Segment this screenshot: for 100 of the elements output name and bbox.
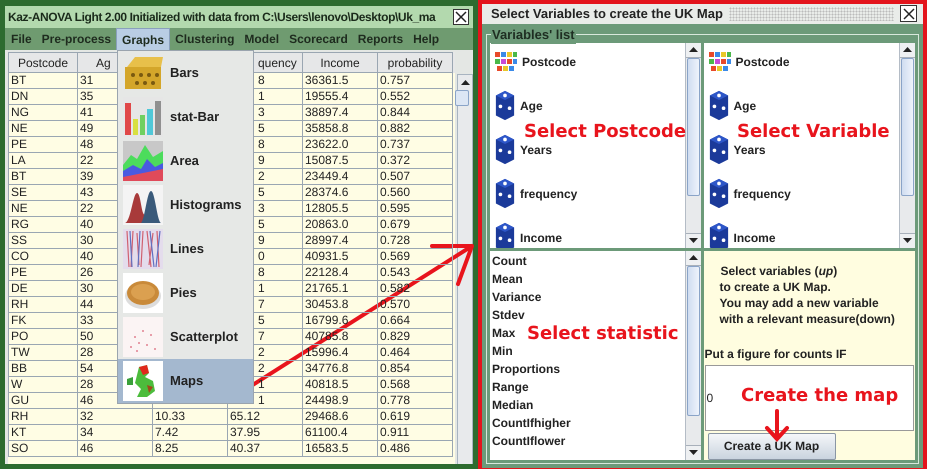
- table-cell: 35858.8: [303, 121, 378, 137]
- table-cell: 0.372: [378, 153, 453, 169]
- menu-item[interactable]: File: [6, 28, 37, 50]
- scrollbar[interactable]: [457, 74, 473, 464]
- table-cell: DN: [8, 89, 78, 105]
- table-cell: 23449.4: [303, 169, 378, 185]
- table-cell: BT: [8, 73, 78, 89]
- scrollbar-thumb[interactable]: [455, 90, 469, 106]
- menu-item[interactable]: Scorecard: [284, 28, 353, 50]
- window-title: Kaz-ANOVA Light 2.00 Initialized with data from C:\Users\lenovo\Desktop\Uk_ma: [8, 9, 436, 26]
- up-arrow-icon[interactable]: [460, 80, 470, 84]
- table-cell: 29468.6: [303, 409, 378, 425]
- table-cell: 65.12: [228, 409, 303, 425]
- create-map-button[interactable]: Create a UK Map: [708, 432, 836, 460]
- die-icon: [494, 134, 516, 165]
- list-item[interactable]: Stdev: [492, 306, 525, 324]
- table-cell: 8.25: [153, 441, 228, 457]
- column-header[interactable]: probability: [378, 52, 453, 73]
- menu-item[interactable]: Pre-process: [36, 28, 116, 50]
- table-cell: SE: [8, 185, 78, 201]
- scrollbar[interactable]: [899, 42, 915, 248]
- down-arrow-icon[interactable]: [688, 238, 698, 243]
- die-icon: [708, 178, 730, 209]
- up-arrow-icon[interactable]: [688, 255, 698, 260]
- list-item[interactable]: frequency: [708, 178, 791, 210]
- table-cell: SO: [8, 441, 78, 457]
- table-cell: 22128.4: [303, 265, 378, 281]
- list-item[interactable]: Income: [708, 222, 776, 248]
- menu-item[interactable]: Help: [408, 28, 444, 50]
- table-cell: LA: [8, 153, 78, 169]
- menu-item[interactable]: Clustering: [170, 28, 240, 50]
- menu-item[interactable]: Reports: [352, 28, 408, 50]
- table-cell: 0.737: [378, 137, 453, 153]
- die-icon: [708, 90, 730, 121]
- list-item[interactable]: Variance: [492, 288, 542, 306]
- scrollbar-thumb[interactable]: [901, 58, 914, 196]
- list-item[interactable]: Postcode: [494, 46, 576, 78]
- scrollbar[interactable]: [684, 250, 700, 460]
- table-cell: 20863.0: [303, 217, 378, 233]
- table-cell: 36361.5: [303, 73, 378, 89]
- list-item[interactable]: Median: [492, 396, 534, 414]
- column-header[interactable]: Income: [303, 52, 378, 73]
- list-item[interactable]: Mean: [492, 270, 523, 288]
- table-cell: RH: [8, 297, 78, 313]
- table-cell: RH: [8, 409, 78, 425]
- table-cell: 28374.6: [303, 185, 378, 201]
- table-cell: 0.854: [378, 361, 453, 377]
- table-cell: TW: [8, 345, 78, 361]
- scrollbar[interactable]: [684, 42, 700, 248]
- table-cell: 21765.1: [303, 281, 378, 297]
- list-item[interactable]: Count: [492, 252, 527, 270]
- list-item[interactable]: CountIflower: [492, 432, 566, 450]
- map-icon: [122, 361, 164, 401]
- histogram-icon: [122, 185, 164, 225]
- up-arrow-icon[interactable]: [688, 47, 698, 52]
- list-item[interactable]: frequency: [494, 178, 578, 210]
- table-cell: 0.595: [378, 201, 453, 217]
- table-cell: GU: [8, 393, 78, 409]
- lines-icon: [122, 229, 164, 269]
- counts-label: Put a figure for counts IF: [704, 346, 848, 362]
- die-icon: [708, 134, 730, 165]
- list-item[interactable]: Income: [494, 222, 562, 248]
- column-header[interactable]: Postcode: [8, 52, 78, 73]
- table-cell: 0.543: [378, 265, 453, 281]
- list-item[interactable]: Min: [492, 342, 513, 360]
- down-arrow-icon[interactable]: [688, 450, 698, 455]
- table-cell: 40931.5: [303, 249, 378, 265]
- menu-item[interactable]: Model: [239, 28, 284, 50]
- list-item[interactable]: Max: [492, 324, 516, 342]
- list-item[interactable]: Postcode: [708, 46, 790, 78]
- scrollbar-thumb[interactable]: [686, 58, 700, 196]
- table-cell: NE: [8, 201, 78, 217]
- table-cell: 0.507: [378, 169, 453, 185]
- table-cell: 40.37: [228, 441, 303, 457]
- table-cell: 34776.8: [303, 361, 378, 377]
- table-cell: 10.33: [153, 409, 228, 425]
- table-cell: 0.569: [378, 249, 453, 265]
- close-icon: [902, 8, 914, 20]
- list-item[interactable]: Age: [494, 90, 543, 122]
- list-item[interactable]: CountIfhigher: [492, 414, 571, 432]
- up-arrow-icon[interactable]: [903, 47, 912, 52]
- list-item[interactable]: Range: [492, 378, 529, 396]
- scrollbar-thumb[interactable]: [686, 266, 700, 416]
- close-button[interactable]: [900, 5, 917, 22]
- table-cell: 0.728: [378, 233, 453, 249]
- annotation-text: Select Postcode: [524, 122, 686, 142]
- list-item[interactable]: Proportions: [492, 360, 560, 378]
- area-chart-icon: [122, 141, 164, 181]
- table-cell: 0.464: [378, 345, 453, 361]
- table-cell: PE: [8, 265, 78, 281]
- list-item[interactable]: Age: [708, 90, 756, 122]
- table-cell: 0.757: [378, 73, 453, 89]
- table-cell: 0.486: [378, 441, 453, 457]
- menu-item[interactable]: Maps: [118, 359, 253, 403]
- down-arrow-icon[interactable]: [903, 238, 912, 243]
- table-cell: BB: [8, 361, 78, 377]
- menu-item[interactable]: Graphs: [116, 28, 170, 50]
- scatterplot-icon: [122, 317, 164, 357]
- close-button[interactable]: [453, 9, 469, 25]
- table-cell: 0.844: [378, 105, 453, 121]
